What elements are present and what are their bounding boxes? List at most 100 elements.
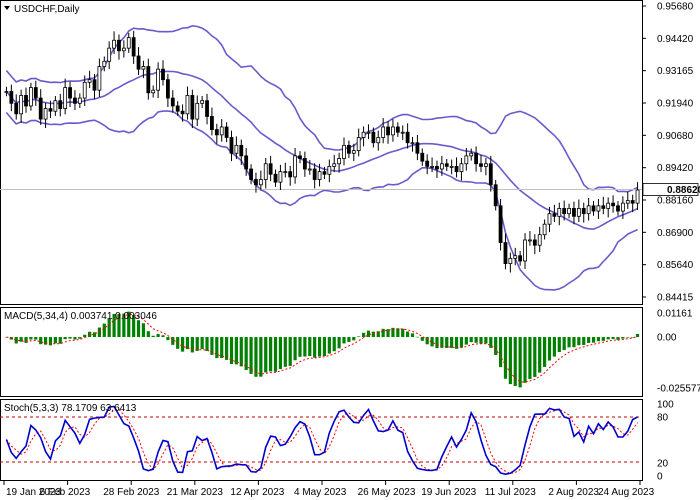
macd-histogram-bar [273,337,278,372]
macd-histogram-bar [264,337,268,373]
candle-body [97,66,102,91]
price-tick-label: 0.88160 [657,196,694,207]
candle-body [474,152,479,165]
macd-histogram-bar [342,337,346,344]
candle-body [254,179,258,186]
macd-histogram-bar [53,337,57,344]
macd-histogram-bar [205,337,209,352]
macd-histogram-bar [97,327,101,338]
candle-body [205,100,209,117]
candle-body [229,137,234,154]
candle-body [498,205,503,243]
candle-body [131,37,136,57]
candle-body [630,200,635,204]
macd-histogram-bar [141,323,146,338]
candle-body [239,144,244,157]
macd-histogram-bar [616,337,620,340]
candle-body [112,39,116,49]
price-panel-frame [0,0,643,305]
price-series-group [0,24,642,291]
macd-histogram-bar [484,337,488,344]
macd-histogram-bar [29,337,33,340]
macd-histogram-bar [180,337,185,352]
date-tick-label: 24 Aug 2023 [598,487,655,498]
stoch-series-group [0,405,642,476]
candle-body [146,66,151,94]
candle-body [376,137,381,144]
candle-body [48,108,53,112]
macd-histogram-bar [591,337,596,343]
macd-tick-label: 0.01161 [657,309,693,320]
macd-histogram-bar [396,328,400,338]
candle-body [518,255,523,262]
candle-body [493,184,498,207]
candle-body [121,47,126,52]
menu-triangle-icon[interactable] [4,6,10,10]
candle-body [366,131,371,134]
macd-histogram-bar [161,335,165,338]
candle-body [444,163,449,167]
macd-histogram-bar [239,337,243,367]
candle-body [73,97,77,104]
macd-histogram-bar [543,337,547,367]
chart-canvas[interactable]: 0.95680 0.94420 0.93165 0.91940 0.90680 0.894… [0,0,700,500]
candle-body [288,171,293,178]
candle-body [606,202,611,209]
candle-body [136,55,141,70]
candle-body [107,47,112,62]
chart-window[interactable]: 0.95680 0.94420 0.93165 0.91940 0.90680 0.894… [0,0,700,500]
macd-histogram-bar [596,337,601,342]
macd-histogram-bar [528,337,532,379]
candle-body [195,102,200,120]
candle-body [342,144,346,159]
candle-body [185,95,190,115]
candle-body [596,205,601,212]
macd-histogram-bar [347,337,351,342]
macd-histogram-bar [34,337,38,340]
candle-body [508,257,513,265]
candle-body [386,126,390,136]
candle-body [576,208,581,217]
candle-body [63,87,68,109]
candle-body [190,95,195,120]
candle-body [77,97,82,104]
macd-histogram-bar [401,328,405,338]
candle-body [410,142,415,145]
macd-histogram-bar [503,337,508,379]
macd-histogram-bar [166,337,170,341]
candle-body [464,155,469,165]
macd-histogram-bar [215,337,219,359]
candle-body [307,168,312,171]
candle-body [87,79,92,83]
candle-body [244,155,249,170]
candle-body [513,255,518,259]
candle-body [415,142,420,154]
macd-histogram-bar [450,337,454,348]
price-tick-label: 0.91940 [657,99,694,110]
macd-histogram-bar [337,337,341,349]
candle-body [459,163,464,173]
candle-body [479,163,483,167]
macd-histogram-bar [626,337,630,338]
candle-body [273,173,278,183]
price-tick-label: 0.89420 [657,163,694,174]
macd-histogram-bar [454,337,459,349]
macd-histogram-bar [39,337,43,345]
price-tick-label: 0.94420 [657,34,694,45]
macd-histogram-bar [102,323,106,338]
current-price-label: 0.88620 [667,185,700,196]
candle-body [175,105,180,112]
candle-body [200,100,205,104]
symbol-title: USDCHF,Daily [14,4,80,15]
candle-body [234,144,239,154]
macd-histogram-bar [352,337,356,341]
candle-body [180,110,185,115]
candle-body [620,202,625,212]
macd-histogram-bar [283,337,287,367]
stoch-label: Stoch(5,3,3) 78.1709 63.6413 [4,403,137,414]
macd-histogram-bar [606,337,610,340]
macd-histogram-bar [308,337,312,357]
candle-body [616,205,620,212]
macd-histogram-bar [357,336,361,338]
macd-histogram-bar [156,334,160,338]
